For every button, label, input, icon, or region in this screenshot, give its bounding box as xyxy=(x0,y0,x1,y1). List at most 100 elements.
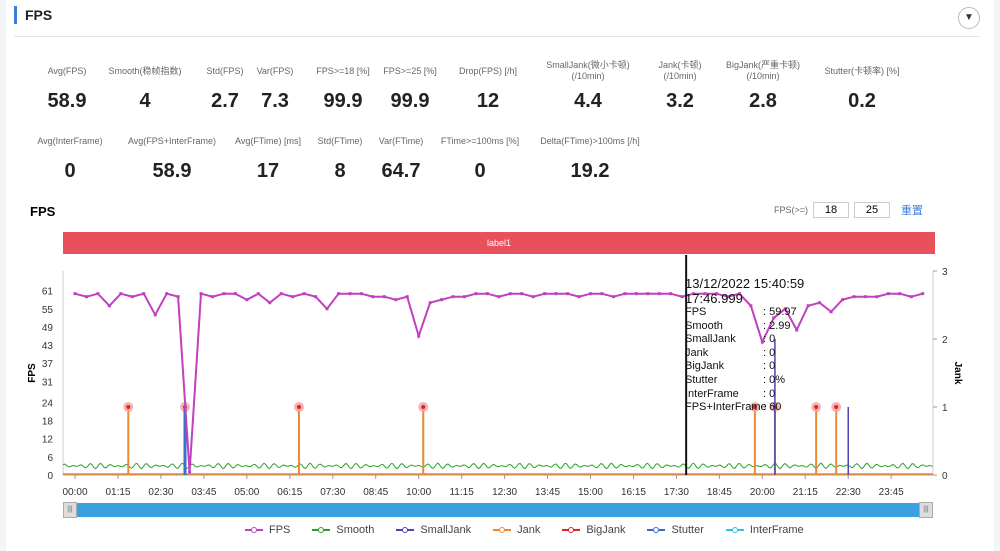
legend-swatch xyxy=(647,527,666,533)
fps-data-point xyxy=(336,292,340,296)
x-tick-label: 10:00 xyxy=(406,487,431,498)
x-tick-label: 12:30 xyxy=(492,487,517,498)
x-tick-label: 00:00 xyxy=(63,487,88,498)
fps-data-point xyxy=(199,292,203,296)
fps-data-point xyxy=(485,292,489,296)
legend-swatch xyxy=(245,527,263,533)
tooltip-key: Jank xyxy=(685,346,709,359)
fps-data-point xyxy=(96,292,100,296)
fps-data-point xyxy=(142,292,146,296)
tooltip-row: SmallJank : 0 xyxy=(685,333,804,347)
legend-item-stutter[interactable]: Stutter xyxy=(647,524,704,536)
scroll-handle-right[interactable]: ||| xyxy=(919,502,933,518)
scroll-handle-left[interactable]: ||| xyxy=(63,502,77,518)
fps-data-point xyxy=(325,307,329,311)
fps-data-point xyxy=(657,292,661,296)
fps-data-point xyxy=(210,295,214,299)
fps-data-point xyxy=(520,292,524,296)
fps-data-point xyxy=(863,295,867,299)
y-tick-label: 43 xyxy=(42,341,54,352)
fps-chart[interactable]: 06121824313743495561012300:00 01:15 02:30 0… xyxy=(0,0,1000,551)
legend-item-jank[interactable]: Jank xyxy=(493,524,540,536)
legend-swatch xyxy=(312,527,331,533)
fps-data-point xyxy=(600,292,604,296)
fps-data-point xyxy=(359,292,363,296)
x-tick-label: 17:30 xyxy=(664,487,689,498)
fps-data-point xyxy=(623,292,627,296)
tooltip-row: BigJank: 0 xyxy=(685,360,804,374)
legend-item-smalljank[interactable]: SmallJank xyxy=(396,524,471,536)
fps-data-point xyxy=(588,292,592,296)
fps-data-point xyxy=(348,292,352,296)
x-tick-label: 01:15 xyxy=(105,487,130,498)
fps-data-point xyxy=(841,298,845,302)
x-tick-label: 23:45 xyxy=(879,487,904,498)
x-tick-label: 21:15 xyxy=(793,487,818,498)
legend: FPS Smooth SmallJank Jank BigJank Stutter Inte… xyxy=(245,524,804,536)
time-range-scrollbar[interactable]: ||| ||| xyxy=(63,502,933,518)
y-tick-label: 12 xyxy=(42,435,54,446)
x-tick-label: 03:45 xyxy=(191,487,216,498)
tooltip-row: Smooth: 2.99 xyxy=(685,320,804,334)
jank-event-point xyxy=(126,405,131,409)
fps-data-point xyxy=(462,295,466,299)
legend-item-interframe[interactable]: InterFrame xyxy=(725,524,804,536)
fps-data-point xyxy=(543,292,547,296)
y-tick-label: 31 xyxy=(42,377,54,388)
jank-event-point xyxy=(834,405,839,409)
legend-label: Smooth xyxy=(336,524,375,536)
x-tick-label: 16:15 xyxy=(621,487,646,498)
fps-data-point xyxy=(279,292,283,296)
fps-data-point xyxy=(222,292,226,296)
y-tick-label: 49 xyxy=(42,323,54,334)
tooltip-key: SmallJank xyxy=(685,333,736,346)
fps-data-point xyxy=(153,313,157,317)
fps-data-point xyxy=(909,295,913,299)
legend-item-bigjank[interactable]: BigJank xyxy=(562,524,625,536)
fps-data-point xyxy=(611,295,615,299)
fps-data-point xyxy=(508,292,512,296)
legend-item-smooth[interactable]: Smooth xyxy=(312,524,374,536)
fps-data-point xyxy=(130,295,134,299)
fps-data-point xyxy=(474,292,478,296)
legend-label: FPS xyxy=(269,524,291,536)
legend-item-fps[interactable]: FPS xyxy=(245,524,290,536)
y-axis-title: FPS xyxy=(27,363,38,383)
fps-data-point xyxy=(119,292,123,296)
fps-data-point xyxy=(405,295,409,299)
tooltip-value: : 60 xyxy=(763,401,782,414)
tooltip-value: : 0 xyxy=(763,360,776,373)
legend-swatch xyxy=(562,527,581,533)
fps-data-point xyxy=(382,295,386,299)
fps-data-point xyxy=(875,295,879,299)
x-tick-label: 20:00 xyxy=(750,487,775,498)
x-tick-label: 22:30 xyxy=(836,487,861,498)
y2-axis-title: Jank xyxy=(952,362,963,385)
tooltip-row: InterFrame: 0 xyxy=(685,388,804,402)
y-tick-label: 55 xyxy=(42,305,54,316)
fps-data-point xyxy=(669,292,673,296)
y2-tick-label: 3 xyxy=(942,267,948,278)
fps-data-point xyxy=(646,292,650,296)
tooltip-row: Jank: 0 xyxy=(685,347,804,361)
tooltip-key: FPS xyxy=(685,306,707,318)
tooltip-row: Stutter: 0% xyxy=(685,374,804,388)
fps-data-point xyxy=(302,292,306,296)
legend-label: BigJank xyxy=(586,524,626,536)
x-tick-label: 07:30 xyxy=(320,487,345,498)
fps-data-point xyxy=(497,295,501,299)
fps-data-point xyxy=(818,301,822,305)
tooltip-value: : 0 xyxy=(763,333,776,346)
jank-event-point xyxy=(296,405,301,409)
y-tick-label: 0 xyxy=(47,471,53,482)
y-tick-label: 24 xyxy=(42,398,54,409)
fps-data-point xyxy=(417,334,421,338)
fps-data-point xyxy=(680,295,684,299)
fps-data-point xyxy=(291,295,295,299)
y2-tick-label: 0 xyxy=(942,471,948,482)
tooltip-key: Smooth xyxy=(685,319,723,332)
fps-data-point xyxy=(634,292,638,296)
fps-data-point xyxy=(314,295,318,299)
fps-data-point xyxy=(451,295,455,299)
fps-data-point xyxy=(440,298,444,302)
